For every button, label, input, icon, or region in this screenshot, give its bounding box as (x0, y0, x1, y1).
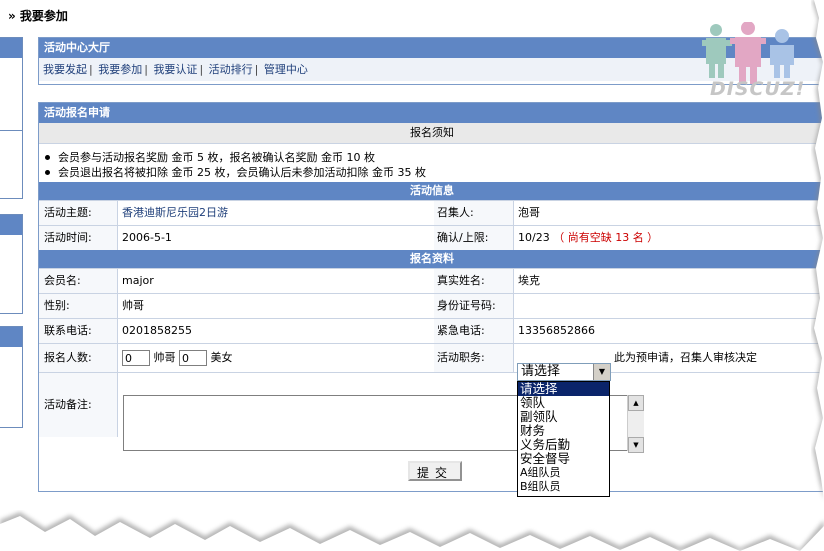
scroll-up-icon[interactable]: ▲ (628, 395, 644, 411)
role-select[interactable]: 请选择 ▼ (517, 363, 611, 381)
phone-value: 0201858255 (117, 319, 434, 343)
organizer-value: 泡哥 (513, 201, 824, 225)
nav-admin-center[interactable]: 管理中心 (264, 63, 308, 76)
male-count-input[interactable] (122, 350, 150, 366)
remark-scrollbar[interactable]: ▲ ▼ (627, 395, 644, 453)
role-option[interactable]: B组队员 (518, 480, 609, 494)
nav-join-activity[interactable]: 我要参加 (98, 63, 142, 76)
role-hint: 此为预申请，召集人审核决定 (614, 351, 757, 364)
role-option[interactable]: A组队员 (518, 466, 609, 480)
discuz-logo-text: DISCUZ! (710, 78, 806, 100)
notice-title: 报名须知 (39, 123, 824, 144)
subject-link[interactable]: 香港迪斯尼乐园2日游 (122, 206, 228, 219)
notice-item: 会员参与活动报名奖励 金币 5 枚，报名被确认名奖励 金币 10 枚 (45, 150, 824, 165)
left-panel-1 (0, 37, 23, 199)
info-row-time: 活动时间: 2006-5-1 确认/上限: 10/23 （ 尚有空缺 13 名 … (39, 225, 824, 250)
role-option[interactable]: 义务后勤 (518, 438, 609, 452)
emergency-value: 13356852866 (513, 319, 824, 343)
notice-list: 会员参与活动报名奖励 金币 5 枚，报名被确认名奖励 金币 10 枚 会员退出报… (39, 144, 824, 182)
info-row-subject: 活动主题: 香港迪斯尼乐园2日游 召集人: 泡哥 (39, 200, 824, 225)
nav-ranking[interactable]: 活动排行 (209, 63, 253, 76)
chevron-down-icon[interactable]: ▼ (593, 364, 610, 380)
vacancy-note: （ 尚有空缺 13 名 ） (553, 231, 659, 244)
count-label: 报名人数: (44, 351, 92, 364)
activity-info-title: 活动信息 (39, 182, 824, 200)
limit-label: 确认/上限: (437, 231, 489, 244)
scroll-down-icon[interactable]: ▼ (628, 437, 644, 453)
nav-certify[interactable]: 我要认证 (153, 63, 197, 76)
role-option[interactable]: 领队 (518, 396, 609, 410)
left-panel-2-header (0, 215, 22, 235)
phone-label: 联系电话: (44, 324, 92, 337)
nav-start-activity[interactable]: 我要发起 (43, 63, 87, 76)
role-option[interactable]: 副领队 (518, 410, 609, 424)
bullet-icon (45, 170, 50, 175)
subject-label: 活动主题: (44, 206, 92, 219)
bullet-icon (45, 155, 50, 160)
profile-row-phone: 联系电话: 0201858255 紧急电话: 13356852866 (39, 318, 824, 343)
left-panel-3-header (0, 327, 22, 347)
limit-value: 10/23 (518, 231, 550, 244)
role-option[interactable]: 请选择 (518, 382, 609, 396)
profile-row-count: 报名人数: 帅哥 美女 活动职务: 此为预申请，召集人审核决定 (39, 343, 824, 372)
id-value (513, 294, 824, 318)
gender-value: 帅哥 (117, 294, 434, 318)
left-panel-1-header (0, 38, 22, 58)
realname-value: 埃克 (513, 269, 824, 293)
emergency-label: 紧急电话: (437, 324, 485, 337)
male-label: 帅哥 (153, 351, 176, 364)
page-title: » 我要参加 (8, 9, 68, 23)
role-dropdown-list: 请选择 领队 副领队 财务 义务后勤 安全督导 A组队员 B组队员 (517, 381, 610, 497)
id-label: 身份证号码: (437, 299, 496, 312)
time-value: 2006-5-1 (117, 226, 434, 250)
member-value: major (117, 269, 434, 293)
female-label: 美女 (210, 351, 233, 364)
role-label: 活动职务: (437, 351, 485, 364)
role-option[interactable]: 财务 (518, 424, 609, 438)
registration-title: 活动报名申请 (39, 103, 824, 123)
profile-title: 报名资料 (39, 250, 824, 268)
remark-label: 活动备注: (44, 398, 92, 411)
profile-row-gender: 性别: 帅哥 身份证号码: (39, 293, 824, 318)
organizer-label: 召集人: (437, 206, 474, 219)
role-option[interactable]: 安全督导 (518, 452, 609, 466)
submit-button[interactable]: 提交 (408, 461, 462, 481)
profile-row-member: 会员名: major 真实姓名: 埃克 (39, 268, 824, 293)
gender-label: 性别: (44, 299, 70, 312)
left-panel-3 (0, 326, 23, 428)
role-selected-value: 请选择 (521, 364, 561, 379)
member-label: 会员名: (44, 274, 81, 287)
realname-label: 真实姓名: (437, 274, 485, 287)
notice-item: 会员退出报名将被扣除 金币 25 枚，会员确认后未参加活动扣除 金币 35 枚 (45, 165, 824, 180)
left-panel-2 (0, 214, 23, 314)
time-label: 活动时间: (44, 231, 92, 244)
female-count-input[interactable] (179, 350, 207, 366)
